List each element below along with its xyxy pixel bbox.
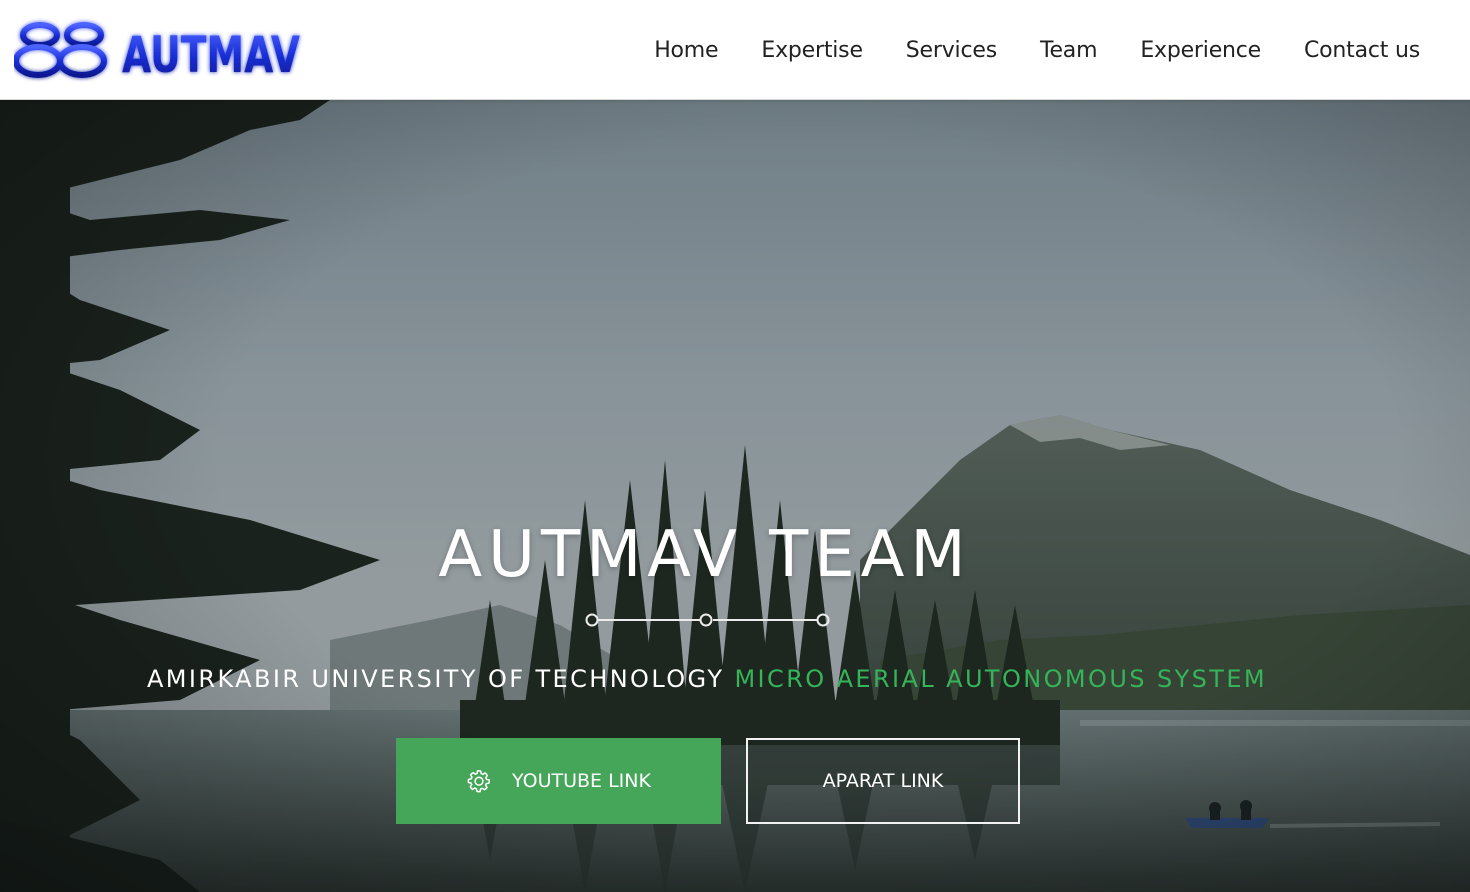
- site-header: AUTMAV Home Expertise Services Team Expe…: [0, 0, 1470, 100]
- hero-title: AUTMAV TEAM: [438, 518, 972, 592]
- logo-text: AUTMAV: [122, 26, 300, 82]
- aparat-link-label: APARAT LINK: [822, 770, 944, 792]
- aparat-link-button[interactable]: APARAT LINK: [746, 738, 1020, 824]
- youtube-link-button[interactable]: YOUTUBE LINK: [396, 738, 721, 824]
- nav-team[interactable]: Team: [1040, 38, 1098, 63]
- title-divider: [585, 613, 830, 627]
- nav-services[interactable]: Services: [906, 38, 997, 63]
- nav-expertise[interactable]: Expertise: [761, 38, 863, 63]
- nav-contact-us[interactable]: Contact us: [1304, 38, 1420, 63]
- hero-subtitle: AMIRKABIR UNIVERSITY OF TECHNOLOGY MICRO…: [0, 665, 1414, 693]
- subtitle-university: AMIRKABIR UNIVERSITY OF TECHNOLOGY: [146, 665, 725, 693]
- logo[interactable]: AUTMAV: [13, 18, 304, 84]
- main-nav: Home Expertise Services Team Experience …: [611, 0, 1420, 100]
- nav-experience[interactable]: Experience: [1140, 38, 1261, 63]
- hero-section: AUTMAV TEAM AMIRKABIR UNIVERSITY OF TECH…: [0, 100, 1470, 892]
- hero-background-image: [0, 100, 1470, 892]
- nav-home[interactable]: Home: [654, 38, 718, 63]
- youtube-link-label: YOUTUBE LINK: [512, 770, 651, 792]
- subtitle-system: MICRO AERIAL AUTONOMOUS SYSTEM: [734, 665, 1268, 693]
- gear-icon: [467, 769, 491, 793]
